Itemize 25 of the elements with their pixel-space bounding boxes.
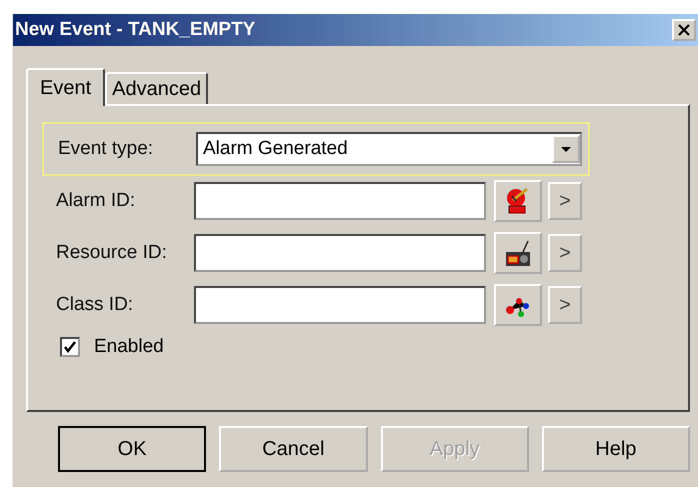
checkbox-label: Enabled — [94, 336, 164, 358]
input-field[interactable] — [194, 182, 486, 220]
field-label: Resource ID: — [56, 242, 168, 264]
lookup-button[interactable] — [494, 180, 542, 222]
dialog-button[interactable]: Cancel — [219, 426, 368, 472]
checkbox[interactable] — [60, 337, 80, 357]
browse-button[interactable]: > — [548, 234, 582, 272]
dialog-button[interactable]: Help — [542, 426, 690, 472]
field-label: Event type: — [58, 138, 154, 160]
lookup-button[interactable] — [494, 284, 542, 326]
field-label: Class ID: — [56, 294, 134, 316]
input-field[interactable] — [194, 234, 486, 272]
tab[interactable]: Advanced — [105, 72, 208, 104]
radio-device-icon — [503, 238, 533, 268]
browse-button[interactable]: > — [548, 182, 582, 220]
close-icon — [677, 23, 691, 37]
tab[interactable]: Event — [26, 68, 106, 106]
window-title: New Event - TANK_EMPTY — [14, 19, 256, 41]
close-button[interactable] — [672, 19, 696, 41]
lookup-button[interactable] — [494, 232, 542, 274]
browse-button[interactable]: > — [548, 286, 582, 324]
event-type-dropdown[interactable]: Alarm Generated — [196, 132, 582, 166]
field-label: Alarm ID: — [56, 190, 136, 212]
dialog-button[interactable]: OK — [58, 426, 206, 472]
input-field[interactable] — [194, 286, 486, 324]
